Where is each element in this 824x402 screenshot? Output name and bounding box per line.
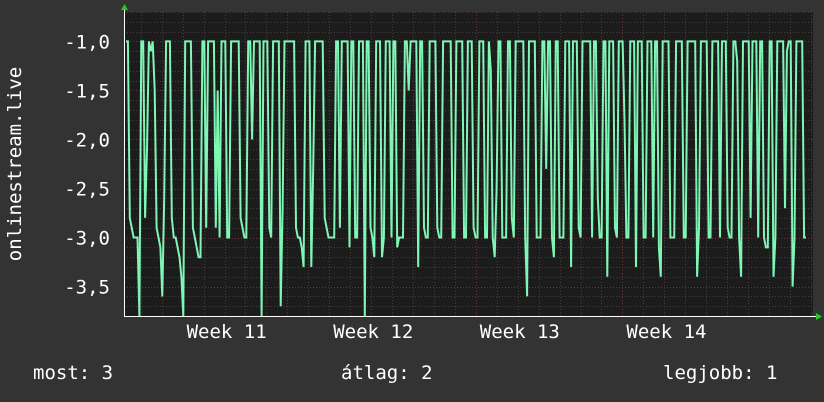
y-tick-labels: -1,0 -1,5 -2,0 -2,5 -3,0 -3,5 bbox=[64, 31, 110, 298]
chart: -1,0 -1,5 -2,0 -2,5 -3,0 -3,5 Week 11 Week 12 W… bbox=[0, 0, 824, 402]
x-tick-labels: Week 11 Week 12 Week 13 Week 14 bbox=[187, 321, 707, 343]
y-tick-label: -3,5 bbox=[64, 277, 110, 299]
x-tick-label: Week 12 bbox=[333, 321, 413, 343]
footer-average-value: átlag: 2 bbox=[341, 362, 433, 384]
footer-current-value: most: 3 bbox=[33, 362, 114, 384]
y-axis-title: onlinestream.live bbox=[4, 67, 26, 261]
y-tick-label: -2,5 bbox=[64, 179, 110, 201]
y-axis-arrow bbox=[121, 4, 128, 10]
y-tick-label: -1,0 bbox=[64, 31, 110, 53]
x-tick-label: Week 11 bbox=[187, 321, 267, 343]
x-tick-label: Week 13 bbox=[480, 321, 560, 343]
x-axis-arrow bbox=[816, 313, 822, 320]
y-tick-label: -3,0 bbox=[64, 228, 110, 250]
footer-best-value: legjobb: 1 bbox=[663, 362, 778, 384]
x-tick-label: Week 14 bbox=[626, 321, 706, 343]
chart-canvas: -1,0-1,5-2,0-2,5-3,0-3,5 Week 11 Week 12 W… bbox=[4, 4, 822, 343]
y-tick-label: -2,0 bbox=[64, 129, 110, 151]
y-tick-label: -1,5 bbox=[64, 80, 110, 102]
